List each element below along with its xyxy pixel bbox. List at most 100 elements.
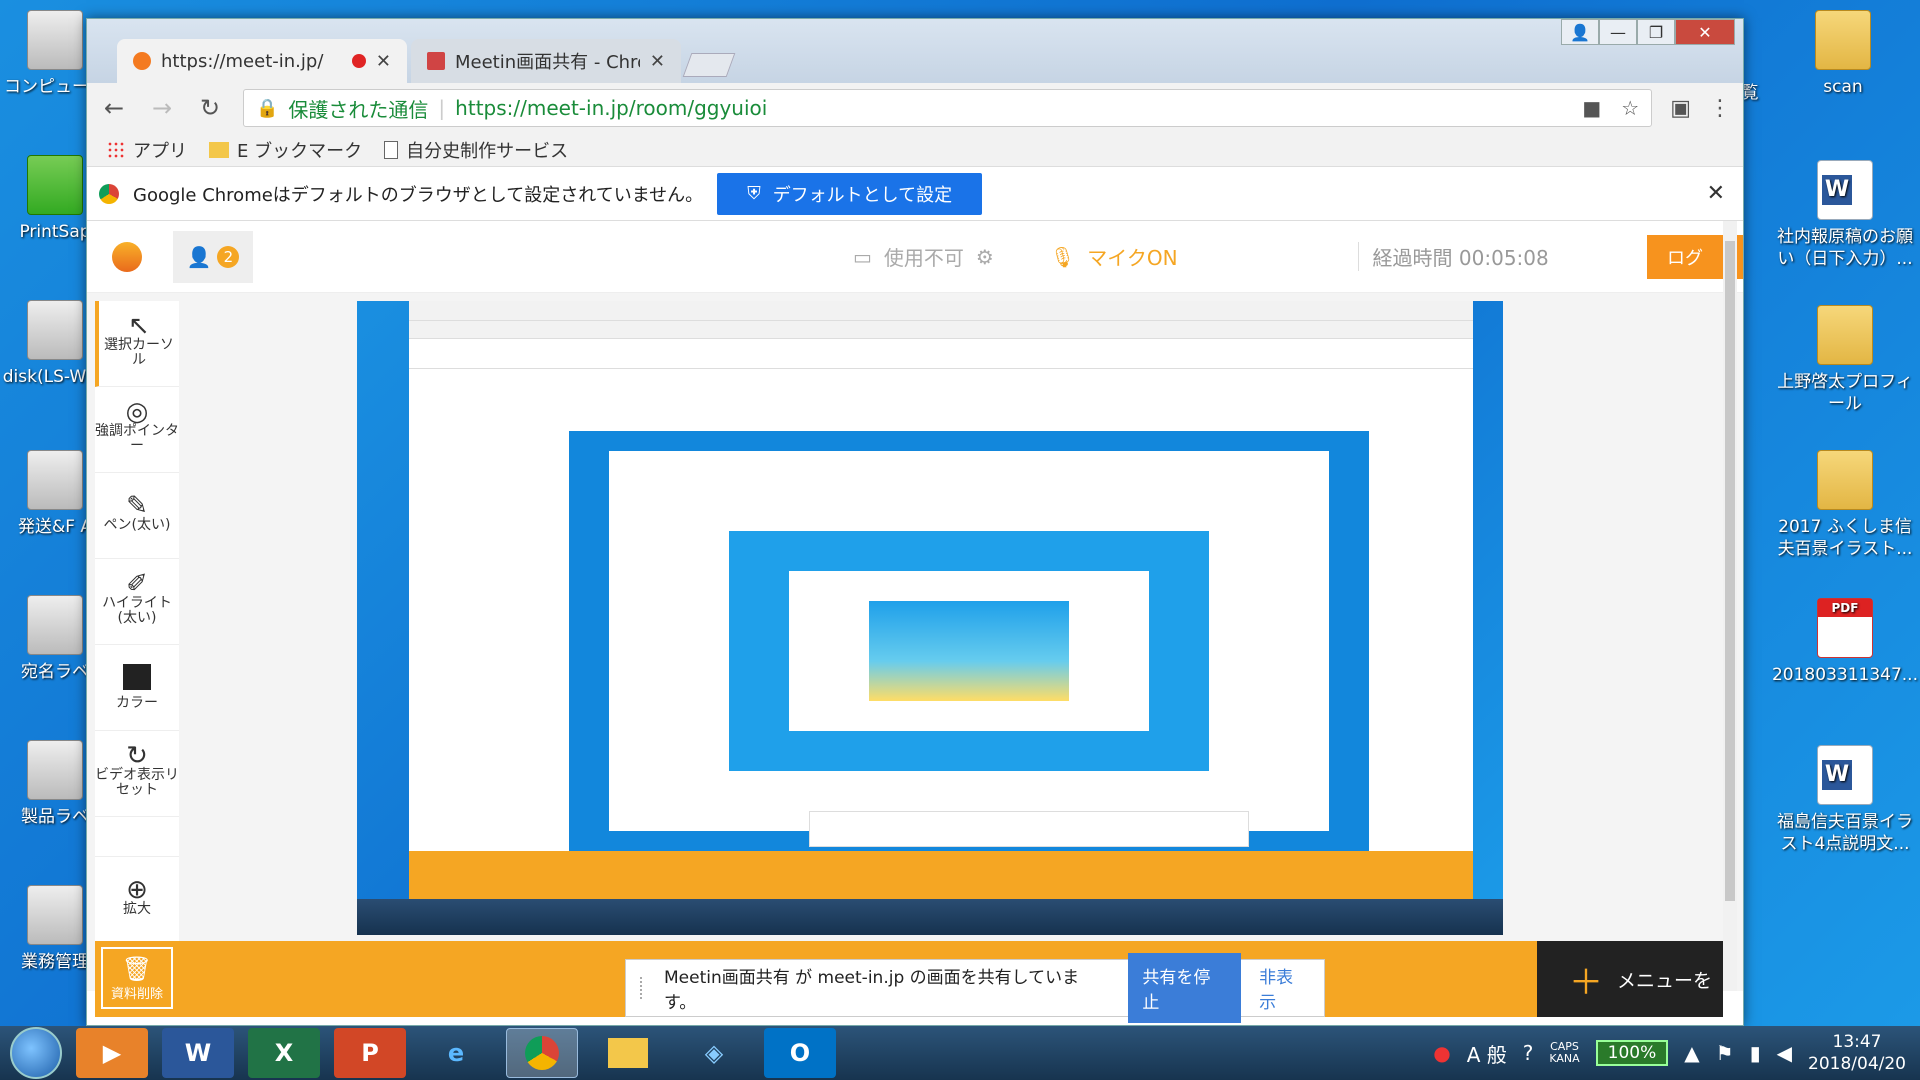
start-button[interactable] (10, 1027, 62, 1079)
bookmark-apps[interactable]: アプリ (107, 137, 187, 163)
share-notice-message: Meetin画面共有 が meet-in.jp の画面を共有しています。 (663, 968, 1080, 1013)
camera-icon[interactable]: ■ (1582, 96, 1601, 120)
taskbar-outlook[interactable]: O (764, 1028, 836, 1078)
battery-indicator[interactable]: 100% (1595, 1040, 1669, 1066)
nested-browser (609, 451, 1329, 831)
help-icon[interactable]: ? (1523, 1041, 1534, 1065)
taskbar-connect[interactable]: ◈ (678, 1028, 750, 1078)
notification-icon[interactable]: ● (1433, 1041, 1450, 1065)
tool-label: 選択カーソル (104, 337, 174, 368)
desktop-icon-pdf[interactable]: 201803311347... (1770, 598, 1920, 686)
tab-meet-in[interactable]: https://meet-in.jp/ ✕ (117, 39, 407, 83)
shared-screen-content (409, 301, 1473, 901)
tool-pen[interactable]: ✎ ペン(太い) (95, 473, 179, 559)
action-center-flag-icon[interactable]: ⚑ (1716, 1041, 1734, 1065)
chrome-icon (525, 1036, 559, 1070)
tool-emphasis-pointer[interactable]: ◎ 強調ポインター (95, 387, 179, 473)
show-hidden-icons-icon[interactable]: ▲ (1684, 1041, 1699, 1065)
computer-icon (27, 10, 83, 70)
desktop-icon-newsletter[interactable]: 社内報原稿のお願い（日下入力）... (1770, 160, 1920, 270)
participants-button[interactable]: 👤 2 (173, 230, 253, 283)
camera-control[interactable]: ▭ 使用不可 ⚙ (853, 242, 994, 271)
taskbar-chrome[interactable] (506, 1028, 578, 1078)
scrollbar-thumb[interactable] (1725, 241, 1735, 901)
menu-kebab-icon[interactable]: ⋮ (1709, 96, 1731, 121)
extension-icon[interactable]: ▣ (1670, 96, 1691, 121)
profile-icon[interactable]: 👤 (1561, 19, 1599, 45)
menu-button[interactable]: ＋ メニューを (1537, 941, 1723, 1017)
elapsed-time: 経過時間 00:05:08 (1357, 242, 1549, 271)
shared-screen-view[interactable] (357, 301, 1503, 935)
default-browser-infobar: Google Chromeはデフォルトのブラウザとして設定されていません。 ⛨ … (87, 167, 1743, 221)
desktop-icon-illustration[interactable]: 福島信夫百景イラスト4点説明文... (1770, 745, 1920, 855)
meet-in-logo[interactable] (97, 227, 157, 287)
tool-label: ハイライト(太い) (102, 595, 172, 626)
word-doc-icon (1817, 160, 1873, 220)
vertical-scrollbar[interactable] (1723, 221, 1737, 991)
volume-icon[interactable]: ◀ (1777, 1041, 1792, 1065)
delete-material-button[interactable]: 🗑 資料削除 (101, 947, 173, 1009)
tool-label: ビデオ表示リセット (95, 767, 179, 798)
highlight-icon: ✐ (126, 569, 148, 599)
system-clock[interactable]: 13:47 2018/04/20 (1808, 1031, 1906, 1075)
video-camera-icon: ▭ (853, 244, 872, 269)
shortcut-icon (27, 595, 83, 655)
secure-label: 保護された通信 (288, 97, 429, 122)
shortcut-icon (27, 885, 83, 945)
address-bar[interactable]: 🔒 保護された通信 | https://meet-in.jp/room/ggyu… (243, 89, 1653, 127)
shared-infobar (409, 339, 1473, 369)
taskbar-word[interactable]: W (162, 1028, 234, 1078)
drag-handle-icon[interactable] (640, 977, 646, 999)
taskbar-media-player[interactable]: ▶ (76, 1028, 148, 1078)
shield-icon: ⛨ (747, 183, 761, 204)
folder-icon (1817, 305, 1873, 365)
target-icon: ◎ (125, 397, 149, 427)
taskbar-powerpoint[interactable]: P (334, 1028, 406, 1078)
maximize-button[interactable]: ❐ (1637, 19, 1675, 45)
screen-share-notice: Meetin画面共有 が meet-in.jp の画面を共有しています。 共有を… (625, 953, 1325, 1023)
tool-color[interactable]: カラー (95, 645, 179, 731)
taskbar-excel[interactable]: X (248, 1028, 320, 1078)
shared-browser-toolbar (409, 301, 1473, 321)
desktop-icon-scan[interactable]: scan (1788, 10, 1898, 98)
tool-highlight[interactable]: ✐ ハイライト(太い) (95, 559, 179, 645)
taskbar-file-explorer[interactable] (592, 1028, 664, 1078)
taskbar-internet-explorer[interactable]: e (420, 1028, 492, 1078)
tab-close-icon[interactable]: ✕ (376, 51, 391, 72)
tool-video-reset[interactable]: ↻ ビデオ表示リセット (95, 731, 179, 817)
bookmark-folder[interactable]: E ブックマーク (209, 137, 362, 163)
tab-title: Meetin画面共有 - Chrom (455, 52, 640, 73)
tab-close-icon[interactable]: ✕ (650, 51, 665, 72)
desktop-icon-profile[interactable]: 上野啓太プロフィール (1770, 305, 1920, 415)
hide-notice-button[interactable]: 非表示 (1259, 963, 1310, 1013)
new-tab-button[interactable] (682, 53, 736, 77)
app-header: 👤 2 ▭ 使用不可 ⚙ 🎙 マイクON 経過時間 00:05:08 ログ (87, 221, 1743, 293)
reload-icon[interactable]: ↻ (195, 94, 225, 122)
infobar-close-icon[interactable]: ✕ (1707, 181, 1725, 206)
back-arrow-icon[interactable]: ← (99, 94, 129, 122)
bookmark-star-icon[interactable]: ☆ (1621, 96, 1639, 120)
tab-title: https://meet-in.jp/ (161, 50, 324, 72)
network-icon[interactable]: ▮ (1750, 1041, 1761, 1065)
tool-select-cursor[interactable]: ↖ 選択カーソル (95, 301, 179, 387)
forward-arrow-icon[interactable]: → (147, 94, 177, 122)
tab-screen-share[interactable]: Meetin画面共有 - Chrom ✕ (411, 39, 681, 83)
set-default-button[interactable]: ⛨ デフォルトとして設定 (717, 172, 983, 215)
menu-label: メニューを (1617, 969, 1713, 992)
shortcut-icon (27, 300, 83, 360)
kana-label: KANA (1549, 1052, 1580, 1065)
bookmark-label: アプリ (133, 140, 187, 162)
minimize-button[interactable]: — (1599, 19, 1637, 45)
ime-indicator[interactable]: A 般 (1467, 1039, 1507, 1068)
stop-sharing-button[interactable]: 共有を停止 (1128, 953, 1242, 1023)
browser-window: https://meet-in.jp/ ✕ Meetin画面共有 - Chrom… (86, 18, 1744, 1026)
shortcut-icon (27, 450, 83, 510)
bookmark-autobiography[interactable]: 自分史制作サービス (384, 137, 568, 163)
close-window-button[interactable]: ✕ (1675, 19, 1735, 45)
desktop-icon-fukushima[interactable]: 2017 ふくしま信夫百景イラスト... (1770, 450, 1920, 560)
camera-settings-gear-icon[interactable]: ⚙ (976, 245, 994, 269)
tool-zoom-in[interactable]: ⊕ 拡大 (95, 857, 179, 943)
microphone-control[interactable]: 🎙 マイクON (1050, 242, 1178, 271)
clock-date: 2018/04/20 (1808, 1054, 1906, 1074)
title-bar: https://meet-in.jp/ ✕ Meetin画面共有 - Chrom… (87, 19, 1743, 83)
